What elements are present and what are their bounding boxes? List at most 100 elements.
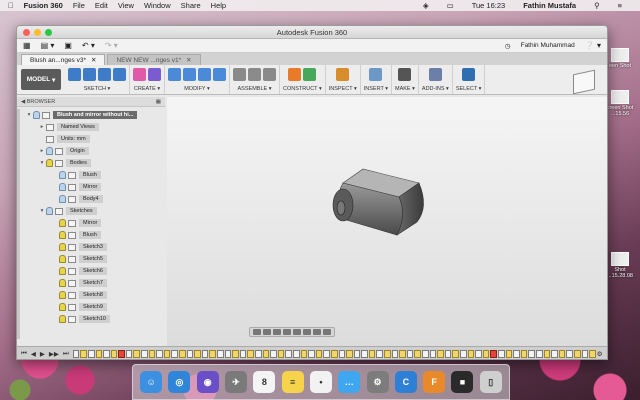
ribbon-tool-icon[interactable] — [213, 68, 226, 81]
timeline-sketch-icon[interactable] — [353, 349, 361, 358]
timeline-sketch-icon[interactable] — [581, 349, 589, 358]
pan-icon[interactable] — [273, 329, 281, 335]
timeline-sketch-icon[interactable] — [239, 349, 247, 358]
timeline-feature-icon[interactable] — [330, 349, 338, 358]
ribbon-tool-icon[interactable] — [303, 68, 317, 81]
ribbon-tool-icon[interactable] — [336, 68, 350, 81]
undo-icon[interactable]: ↶ ▾ — [82, 41, 95, 50]
timeline-control-button[interactable]: ▶▶ — [49, 350, 59, 358]
menu-share[interactable]: Share — [181, 1, 201, 10]
browser-node[interactable]: ▸ Origin — [19, 145, 165, 157]
timeline-sketch-icon[interactable] — [361, 349, 368, 358]
timeline-control-button[interactable]: ⏭ — [63, 350, 69, 358]
ribbon-tool-icon[interactable] — [83, 68, 96, 81]
dock-system-preferences-icon[interactable]: ⚙ — [366, 371, 389, 393]
browser-node[interactable]: ▾ Bodies — [19, 157, 165, 169]
timeline-feature-icon[interactable] — [589, 349, 596, 358]
dock-reminders-icon[interactable]: • — [309, 371, 332, 393]
timeline-feature-icon[interactable] — [95, 349, 103, 358]
dock-photo-icon[interactable]: ■ — [451, 371, 474, 393]
timeline-feature-icon[interactable] — [520, 349, 528, 358]
expand-toggle-icon[interactable]: ▾ — [38, 208, 46, 214]
timeline-sketch-icon[interactable] — [338, 349, 346, 358]
data-panel-icon[interactable]: ▦ — [23, 41, 31, 50]
job-status-icon[interactable]: ◷ — [505, 42, 511, 50]
ribbon-tool-icon[interactable] — [113, 68, 126, 81]
timeline-sketch-icon[interactable] — [475, 349, 482, 358]
viewports-icon[interactable] — [323, 329, 331, 335]
timeline-sketch-icon[interactable] — [186, 349, 194, 358]
redo-icon[interactable]: ↷ ▾ — [105, 41, 118, 50]
timeline-sketch-icon[interactable] — [87, 349, 95, 358]
menubar-app-name[interactable]: Fusion 360 — [24, 1, 63, 10]
menubar-clock[interactable]: Tue 16:23 — [472, 1, 506, 10]
file-menu-icon[interactable]: ▤ ▾ — [41, 41, 55, 50]
dock-siri-icon[interactable]: ◉ — [196, 371, 219, 393]
menu-window[interactable]: Window — [144, 1, 171, 10]
ribbon-tool-icon[interactable] — [369, 68, 383, 81]
timeline-feature-icon[interactable] — [209, 349, 216, 358]
timeline-sketch-icon[interactable] — [429, 349, 437, 358]
dock-fusion-360-icon[interactable]: F — [423, 371, 446, 393]
timeline-feature-icon[interactable] — [110, 349, 118, 358]
expand-toggle-icon[interactable]: ▸ — [38, 148, 46, 154]
timeline-feature-icon[interactable] — [315, 349, 323, 358]
zoom-icon[interactable] — [283, 329, 291, 335]
visibility-bulb-icon[interactable] — [59, 291, 66, 299]
timeline-sketch-icon[interactable] — [156, 349, 163, 358]
pin-icon[interactable]: ▦ — [156, 99, 161, 105]
timeline-feature-icon[interactable] — [490, 349, 497, 358]
timeline-sketch-icon[interactable] — [444, 349, 452, 358]
ribbon-group-menu[interactable]: MODIFY ▾ — [184, 86, 210, 92]
ribbon-tool-icon[interactable] — [428, 68, 442, 81]
timeline-sketch-icon[interactable] — [551, 349, 558, 358]
browser-node[interactable]: Sketch7 — [19, 277, 165, 289]
dock-messages-icon[interactable]: … — [338, 371, 361, 393]
search-icon[interactable]: ⚲ — [594, 1, 600, 10]
visibility-bulb-icon[interactable] — [59, 195, 66, 203]
timeline-feature-icon[interactable] — [194, 349, 201, 358]
timeline-sketch-icon[interactable] — [376, 349, 384, 358]
dock-launchpad-icon[interactable]: ✈ — [225, 371, 248, 393]
wifi-icon[interactable]: ◈ — [423, 1, 429, 10]
browser-node[interactable]: Sketch3 — [19, 241, 165, 253]
timeline-sketch-icon[interactable] — [201, 349, 209, 358]
timeline-sketch-icon[interactable] — [535, 349, 543, 358]
browser-node[interactable]: Blush — [19, 169, 165, 181]
ribbon-group-menu[interactable]: ASSEMBLE ▾ — [238, 86, 272, 92]
timeline-sketch-icon[interactable] — [460, 349, 467, 358]
ribbon-group-menu[interactable]: MAKE ▾ — [395, 86, 415, 92]
timeline-feature-icon[interactable] — [277, 349, 285, 358]
browser-node[interactable]: Sketch10 — [19, 313, 165, 325]
timeline-sketch-icon[interactable] — [285, 349, 292, 358]
visibility-bulb-icon[interactable] — [46, 147, 53, 155]
visibility-bulb-icon[interactable] — [46, 159, 53, 167]
ribbon-tool-icon[interactable] — [288, 68, 302, 81]
timeline-feature-icon[interactable] — [384, 349, 391, 358]
menu-edit[interactable]: Edit — [95, 1, 108, 10]
timeline-sketch-icon[interactable] — [566, 349, 573, 358]
timeline-feature-icon[interactable] — [179, 349, 186, 358]
save-icon[interactable]: ▣ — [64, 41, 72, 50]
timeline-control-button[interactable]: ◀ — [31, 350, 36, 358]
visibility-bulb-icon[interactable] — [59, 231, 66, 239]
dock-fusion-c-icon[interactable]: C — [394, 371, 417, 393]
ribbon-group-menu[interactable]: INSPECT ▾ — [329, 86, 357, 92]
timeline-sketch-icon[interactable] — [497, 349, 505, 358]
visibility-bulb-icon[interactable] — [46, 207, 53, 215]
timeline-sketch-icon[interactable] — [406, 349, 414, 358]
account-user-name[interactable]: Fathin Muhammad — [521, 42, 575, 49]
workspace-switcher[interactable]: MODEL ▾ — [21, 69, 61, 90]
visibility-bulb-icon[interactable] — [59, 267, 66, 275]
notification-center-icon[interactable]: ≡ — [618, 1, 622, 10]
timeline-feature-icon[interactable] — [148, 349, 156, 358]
tab-document-2[interactable]: NEW NEW ...nges v1* ✕ — [107, 54, 201, 65]
visibility-bulb-icon[interactable] — [59, 171, 66, 179]
ribbon-tool-icon[interactable] — [148, 68, 161, 81]
timeline-feature-icon[interactable] — [467, 349, 475, 358]
timeline-feature-icon[interactable] — [80, 349, 87, 358]
ribbon-group-menu[interactable]: INSERT ▾ — [364, 86, 388, 92]
dock-trash-icon[interactable]: ▯ — [479, 371, 502, 393]
timeline-sketch-icon[interactable] — [72, 349, 80, 358]
timeline-feature-icon[interactable] — [414, 349, 422, 358]
